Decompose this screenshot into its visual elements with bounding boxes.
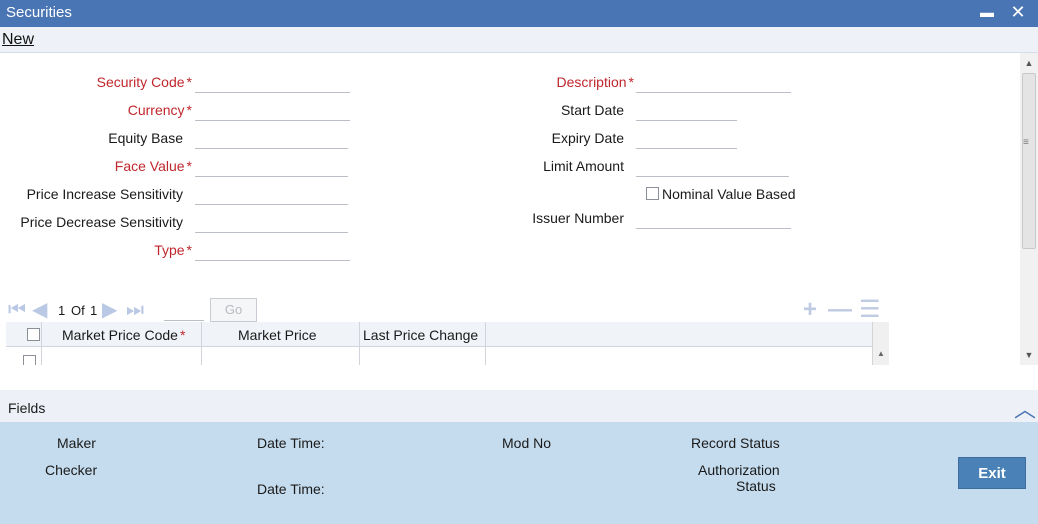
expiry-date-label: Expiry Date <box>551 130 624 146</box>
fields-label[interactable]: Fields <box>8 400 45 416</box>
maker-date-time-label: Date Time: <box>257 435 325 451</box>
market-price-grid: Market Price Code * Market Price Last Pri… <box>6 322 889 365</box>
go-button[interactable]: Go <box>210 298 257 322</box>
type-input[interactable] <box>195 239 350 261</box>
checker-date-time-label: Date Time: <box>257 481 325 497</box>
current-page: 1 <box>58 303 66 318</box>
grid-vertical-scrollbar[interactable]: ▲ <box>872 322 889 365</box>
audit-panel: Maker Checker Date Time: Date Time: Mod … <box>0 422 1038 524</box>
security-code-label: Security Code * <box>96 74 192 90</box>
maker-label: Maker <box>57 435 96 451</box>
currency-input[interactable] <box>195 99 350 121</box>
select-all-checkbox[interactable] <box>27 328 40 341</box>
issuer-number-label: Issuer Number <box>532 210 624 226</box>
page-number-input[interactable] <box>164 299 204 321</box>
delete-row-icon[interactable]: — <box>828 297 852 323</box>
last-price-change-header: Last Price Change <box>363 327 479 343</box>
page-of-label: Of <box>71 303 85 318</box>
currency-label: Currency * <box>127 102 192 118</box>
grid-pager: ⏮ ◀ 1 Of 1 ▶ ⏭ Go + — ☰ <box>6 297 888 323</box>
next-page-icon[interactable]: ▶ <box>102 300 117 320</box>
add-row-icon[interactable]: + <box>803 297 817 323</box>
description-input[interactable] <box>636 71 791 93</box>
limit-amount-label: Limit Amount <box>543 158 624 174</box>
description-label: Description * <box>556 74 634 90</box>
total-pages: 1 <box>90 303 98 318</box>
window-title-bar: Securities ▬ ✕ <box>0 0 1038 27</box>
issuer-number-input[interactable] <box>636 207 791 229</box>
checker-label: Checker <box>45 462 98 478</box>
price-increase-sensitivity-label: Price Increase Sensitivity <box>26 186 183 202</box>
record-status-label: Record Status <box>691 435 780 451</box>
face-value-label: Face Value * <box>114 158 192 174</box>
exit-button[interactable]: Exit <box>958 457 1026 489</box>
scroll-thumb[interactable] <box>1022 73 1036 249</box>
scroll-up-icon[interactable]: ▲ <box>1020 55 1038 71</box>
scroll-grip-icon: ≡ <box>1023 137 1029 148</box>
face-value-input[interactable] <box>195 155 348 177</box>
close-icon[interactable]: ✕ <box>1007 1 1029 25</box>
minimize-icon[interactable]: ▬ <box>976 1 998 25</box>
toolbar: New <box>0 27 1038 53</box>
chevron-up-icon[interactable]: ︿ <box>1014 392 1036 424</box>
market-price-header: Market Price <box>238 327 317 343</box>
nominal-value-based-checkbox[interactable] <box>646 187 659 200</box>
start-date-label: Start Date <box>560 102 624 118</box>
form-vertical-scrollbar[interactable]: ▲ ≡ ▼ <box>1020 53 1038 365</box>
window-title: Securities <box>6 4 72 21</box>
price-decrease-sensitivity-label: Price Decrease Sensitivity <box>20 214 183 230</box>
type-label: Type * <box>154 242 192 258</box>
market-price-code-header: Market Price Code * <box>62 327 186 343</box>
price-decrease-sensitivity-input[interactable] <box>195 211 348 233</box>
expiry-date-input[interactable] <box>636 127 737 149</box>
scroll-down-icon[interactable]: ▼ <box>1020 347 1038 363</box>
new-link[interactable]: New <box>2 31 34 49</box>
mod-no-label: Mod No <box>502 435 552 451</box>
previous-page-icon[interactable]: ◀ <box>32 300 47 320</box>
equity-base-input[interactable] <box>195 127 348 149</box>
single-view-icon[interactable]: ☰ <box>859 297 881 323</box>
fields-bar[interactable]: Fields ︿ <box>0 390 1038 422</box>
first-page-icon[interactable]: ⏮ <box>8 300 26 320</box>
equity-base-label: Equity Base <box>108 130 183 146</box>
nominal-value-based-label: Nominal Value Based <box>662 186 796 202</box>
authorization-label: Authorization <box>698 462 780 478</box>
row-checkbox[interactable] <box>23 355 36 365</box>
last-page-icon[interactable]: ⏭ <box>126 300 144 320</box>
start-date-input[interactable] <box>636 99 737 121</box>
security-code-input[interactable] <box>195 71 350 93</box>
limit-amount-input[interactable] <box>636 155 789 177</box>
grid-scroll-up-icon[interactable]: ▲ <box>877 349 885 358</box>
authorization-status-label: Status <box>736 478 776 494</box>
price-increase-sensitivity-input[interactable] <box>195 183 348 205</box>
